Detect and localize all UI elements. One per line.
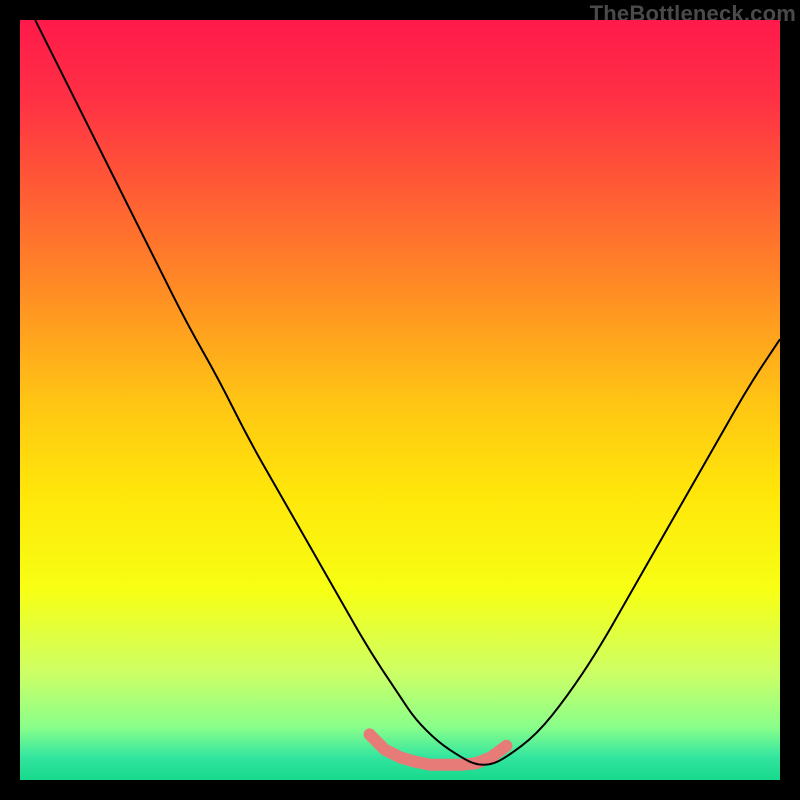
bottleneck-chart (20, 20, 780, 780)
chart-frame: TheBottleneck.com (0, 0, 800, 800)
gradient-background (20, 20, 780, 780)
